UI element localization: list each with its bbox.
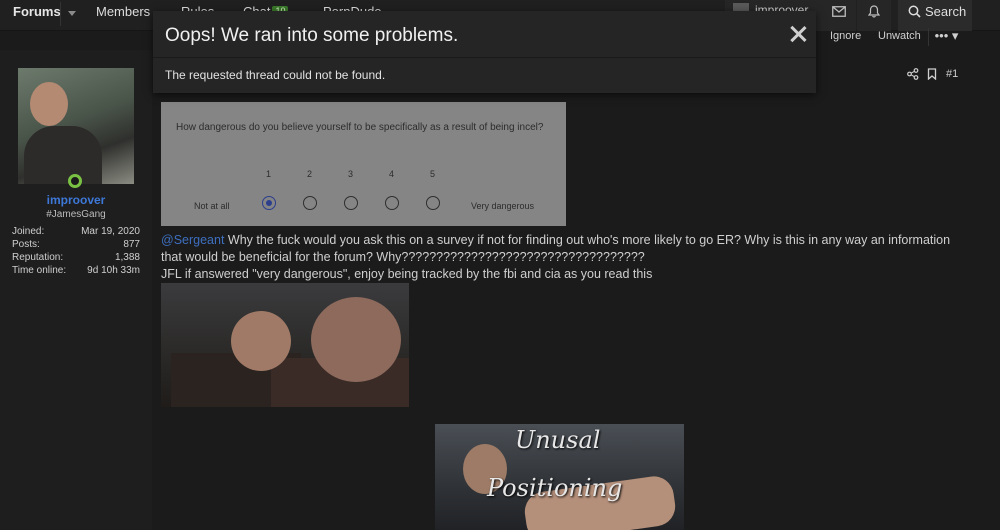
survey-question: How dangerous do you believe yourself to… — [176, 122, 544, 133]
radio-4 — [385, 196, 399, 210]
alerts-button[interactable] — [857, 0, 891, 31]
stat-label: Joined: — [12, 226, 45, 237]
dialog-message: The requested thread could not be found. — [165, 68, 386, 82]
gif-face — [231, 311, 291, 371]
dialog-header: Oops! We ran into some problems. — [153, 11, 816, 58]
search-label: Search — [925, 4, 967, 19]
scale-number: 2 — [307, 169, 313, 179]
stat-label: Time online: — [12, 265, 67, 276]
post-text: @Sergeant Why the fuck would you ask thi… — [161, 232, 961, 266]
post-user-info: improover #JamesGang Joined: Mar 19, 2020… — [0, 50, 152, 530]
stat-value: 9d 10h 33m — [87, 265, 140, 276]
stat-label: Reputation: — [12, 252, 64, 263]
avatar-shirt — [24, 126, 102, 184]
post-username[interactable]: improover — [0, 193, 152, 207]
user-avatar[interactable] — [18, 68, 134, 184]
stat-value: 877 — [123, 239, 140, 250]
nav-forums-dropdown-icon[interactable] — [60, 2, 84, 26]
inbox-button[interactable] — [822, 0, 856, 31]
scale-number: 4 — [389, 169, 395, 179]
stat-posts: Posts: 877 — [12, 239, 140, 250]
envelope-icon — [832, 6, 846, 17]
radio-1-selected — [262, 196, 276, 210]
dialog-title: Oops! We ran into some problems. — [165, 25, 459, 46]
survey-screenshot-image: How dangerous do you believe yourself to… — [161, 102, 566, 226]
scale-low-label: Not at all — [194, 201, 230, 211]
nav-forums[interactable]: Forums — [13, 0, 61, 31]
more-options-button[interactable]: ••• ▾ — [928, 28, 964, 46]
search-icon — [908, 5, 921, 18]
stat-reputation: Reputation: 1,388 — [12, 252, 140, 263]
gif-caption-top: Unusal — [515, 426, 601, 454]
more-options-label: ••• — [934, 28, 949, 43]
ignore-button[interactable]: Ignore — [830, 30, 861, 42]
reaction-gif-image[interactable] — [161, 283, 409, 407]
radio-5 — [426, 196, 440, 210]
scale-high-label: Very dangerous — [471, 201, 535, 211]
search-button[interactable]: Search — [898, 0, 972, 31]
scale-number: 1 — [266, 169, 272, 179]
stat-value: 1,388 — [114, 252, 140, 263]
stat-label: Posts: — [12, 239, 40, 250]
post-actions: #1 — [907, 68, 967, 82]
error-dialog: Oops! We ran into some problems. The req… — [153, 11, 816, 93]
radio-3 — [344, 196, 358, 210]
stat-time-online: Time online: 9d 10h 33m — [12, 265, 140, 276]
scale-number: 5 — [430, 169, 436, 179]
gif-head — [311, 297, 401, 382]
close-icon[interactable] — [789, 25, 807, 43]
gif-caption-bottom: Positioning — [487, 474, 623, 502]
user-mention-link[interactable]: @Sergeant — [161, 233, 224, 247]
unusual-positioning-gif-image[interactable]: Unusal Positioning — [435, 424, 684, 530]
bookmark-icon[interactable] — [927, 68, 937, 80]
share-icon[interactable] — [907, 68, 919, 80]
user-title: #JamesGang — [46, 209, 106, 220]
post-text-line: JFL if answered "very dangerous", enjoy … — [161, 267, 653, 281]
post-text-body: Why the fuck would you ask this on a sur… — [161, 233, 951, 264]
stat-value: Mar 19, 2020 — [81, 226, 140, 237]
post-permalink[interactable]: #1 — [946, 68, 958, 80]
unwatch-button[interactable]: Unwatch — [878, 30, 921, 42]
online-status-icon — [68, 174, 82, 188]
radio-2 — [303, 196, 317, 210]
scale-number: 3 — [348, 169, 354, 179]
avatar-head — [30, 82, 68, 126]
nav-members[interactable]: Members — [96, 0, 150, 31]
stat-joined: Joined: Mar 19, 2020 — [12, 226, 140, 237]
bell-icon — [868, 5, 880, 18]
